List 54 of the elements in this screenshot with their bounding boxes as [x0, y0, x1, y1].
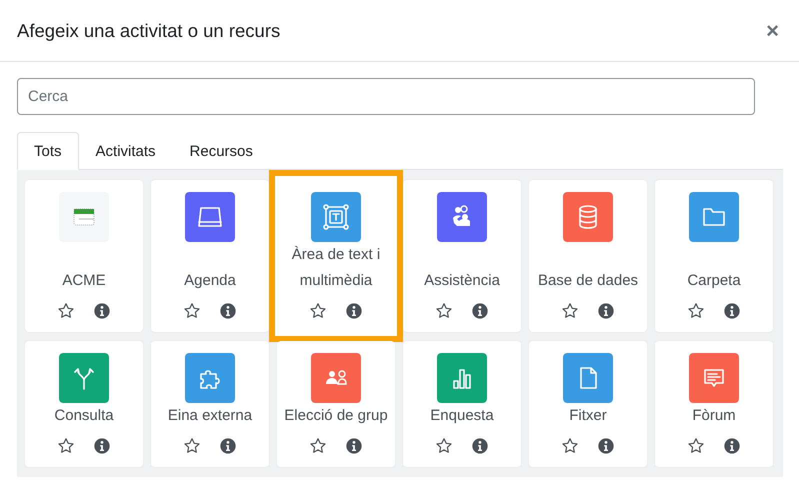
info-icon[interactable] — [597, 302, 615, 320]
activity-name: Base de dades — [538, 271, 638, 291]
activity-card[interactable]: Fòrum — [655, 341, 773, 467]
activity-card[interactable]: Base de dades — [529, 180, 647, 332]
tab[interactable]: Tots — [17, 132, 79, 170]
info-icon[interactable] — [723, 437, 741, 455]
star-icon[interactable] — [687, 302, 705, 320]
star-icon[interactable] — [561, 437, 579, 455]
star-icon[interactable] — [183, 437, 201, 455]
info-icon[interactable] — [219, 302, 237, 320]
star-icon[interactable] — [57, 302, 75, 320]
activity-name: Assistència — [424, 271, 500, 291]
activity-card[interactable]: Fitxer — [529, 341, 647, 467]
activity-name: Eina externa — [168, 406, 252, 426]
activity-name: Fitxer — [569, 406, 607, 426]
dialog-title: Afegeix una activitat o un recurs — [17, 20, 280, 42]
info-icon[interactable] — [723, 302, 741, 320]
star-icon[interactable] — [435, 302, 453, 320]
tab[interactable]: Recursos — [172, 132, 270, 170]
star-icon[interactable] — [309, 437, 327, 455]
star-icon[interactable] — [57, 437, 75, 455]
star-icon[interactable] — [435, 437, 453, 455]
activity-name: Consulta — [54, 406, 114, 426]
tab[interactable]: Activitats — [78, 132, 173, 170]
search-field[interactable]: Cerca — [17, 78, 755, 115]
activity-name: Carpeta — [687, 271, 741, 291]
info-icon[interactable] — [345, 437, 363, 455]
activity-card[interactable]: ACME — [25, 180, 143, 332]
star-icon[interactable] — [687, 437, 705, 455]
activity-card[interactable]: Enquesta — [403, 341, 521, 467]
activity-card[interactable]: Elecció de grup — [277, 341, 395, 467]
highlighted-activity-card[interactable]: Àrea de text i multimèdia — [269, 170, 403, 342]
activity-card[interactable]: Consulta — [25, 341, 143, 467]
activity-card[interactable]: Eina externa — [151, 341, 269, 467]
star-icon[interactable] — [183, 302, 201, 320]
close-button[interactable]: × — [762, 20, 783, 42]
activity-card[interactable]: Carpeta — [655, 180, 773, 332]
activity-name: Fòrum — [692, 406, 736, 426]
activity-name: Elecció de grup — [284, 406, 388, 426]
activity-name: ACME — [62, 271, 106, 291]
info-icon[interactable] — [471, 437, 489, 455]
info-icon[interactable] — [93, 437, 111, 455]
activity-name: Enquesta — [430, 406, 494, 426]
info-icon[interactable] — [219, 437, 237, 455]
info-icon[interactable] — [471, 302, 489, 320]
star-icon[interactable] — [561, 302, 579, 320]
activity-name: Àrea de text i multimèdia — [290, 245, 382, 291]
info-icon[interactable] — [597, 437, 615, 455]
activity-card[interactable]: Agenda — [151, 180, 269, 332]
info-icon[interactable] — [93, 302, 111, 320]
activity-name: Agenda — [184, 271, 236, 291]
star-icon[interactable] — [309, 302, 327, 320]
info-icon[interactable] — [345, 302, 363, 320]
activity-card[interactable]: Assistència — [403, 180, 521, 332]
